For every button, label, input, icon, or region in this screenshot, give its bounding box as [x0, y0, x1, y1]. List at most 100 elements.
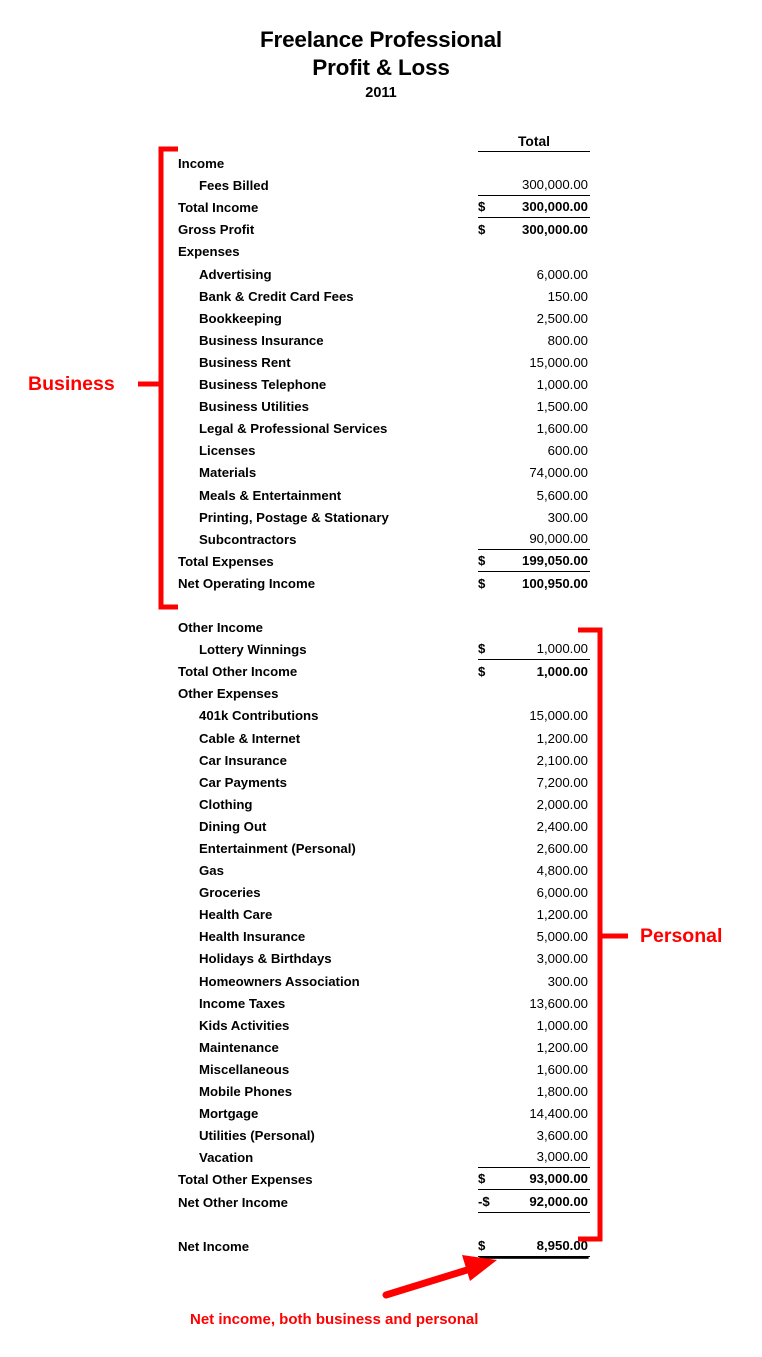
company-name: Freelance Professional [260, 27, 502, 52]
amount-value: 800.00 [547, 332, 588, 348]
amount-cell: $ 93,000.00 [478, 1169, 590, 1191]
line-item-label: 401k Contributions [199, 708, 319, 724]
table-row: Meals & Entertainment 5,600.00 [178, 483, 590, 505]
amount-value: 1,000.00 [536, 641, 588, 657]
table-row: Net Other Income -$ 92,000.00 [178, 1190, 590, 1213]
table-row: Bank & Credit Card Fees 150.00 [178, 285, 590, 307]
line-item-label: Total Other Expenses [178, 1172, 313, 1188]
amount-value: 300,000.00 [521, 222, 588, 238]
line-item-label: Materials [199, 465, 257, 481]
line-item-label: Kids Activities [199, 1017, 290, 1033]
amount-value: 300.00 [547, 973, 588, 989]
line-item-label: Subcontractors [199, 531, 297, 547]
amount-value: 199,050.00 [521, 552, 588, 568]
amount-value: 1,000.00 [536, 664, 588, 680]
table-row: Utilities (Personal) 3,600.00 [178, 1124, 590, 1146]
table-row: Gross Profit $ 300,000.00 [178, 218, 590, 240]
line-item-label: Homeowners Association [199, 973, 360, 989]
amount-cell: 74,000.00 [478, 463, 590, 483]
amount-cell: 90,000.00 [478, 529, 590, 550]
line-item-label: Clothing [199, 796, 253, 812]
report-year: 2011 [365, 85, 397, 101]
line-item-label: Bank & Credit Card Fees [199, 288, 354, 304]
line-item-label: Total Expenses [178, 553, 274, 569]
table-row: Business Telephone 1,000.00 [178, 373, 590, 395]
line-item-label: Car Payments [199, 774, 287, 790]
amount-value: 1,000.00 [536, 377, 588, 393]
line-item-label: Vacation [199, 1150, 254, 1166]
amount-cell: 5,600.00 [478, 486, 590, 506]
amount-cell: 4,800.00 [478, 861, 590, 881]
table-row: Bookkeeping 2,500.00 [178, 307, 590, 329]
report-name: Profit & Loss [312, 55, 450, 80]
line-item-label: Lottery Winnings [199, 642, 307, 658]
table-row: Total Income $ 300,000.00 [178, 196, 590, 219]
annotation-net-income-note: Net income, both business and personal [190, 1311, 479, 1328]
line-item-label: Advertising [199, 266, 272, 282]
amount-cell: 800.00 [478, 331, 590, 351]
amount-cell: 14,400.00 [478, 1104, 590, 1124]
amount-cell: $ 300,000.00 [478, 220, 590, 240]
currency-symbol: $ [478, 552, 486, 568]
net-income-arrow-icon [382, 1255, 497, 1299]
line-item-label: Cable & Internet [199, 730, 301, 746]
amount-value: 6,000.00 [536, 266, 588, 282]
amount-value: 13,600.00 [529, 995, 588, 1011]
table-row: Total Expenses $ 199,050.00 [178, 550, 590, 572]
amount-cell: $ 1,000.00 [478, 662, 590, 682]
amount-cell: 13,600.00 [478, 994, 590, 1014]
line-item-label: Income Taxes [199, 995, 286, 1011]
amount-cell: 2,400.00 [478, 817, 590, 837]
table-row: Other Income [178, 616, 590, 638]
amount-cell: 1,500.00 [478, 397, 590, 417]
currency-symbol: $ [478, 641, 486, 657]
line-item-label: Groceries [199, 885, 261, 901]
amount-value: 600.00 [547, 443, 588, 459]
table-row: Groceries 6,000.00 [178, 881, 590, 903]
line-item-label: Gross Profit [178, 222, 255, 238]
table-row: Other Expenses [178, 682, 590, 704]
currency-symbol: $ [478, 222, 486, 238]
annotation-personal-label: Personal [640, 925, 723, 947]
table-row: Miscellaneous 1,600.00 [178, 1058, 590, 1080]
amount-cell: 1,600.00 [478, 1060, 590, 1080]
line-item-label: Entertainment (Personal) [199, 841, 356, 856]
amount-cell: 1,800.00 [478, 1082, 590, 1102]
line-item-label: Printing, Postage & Stationary [199, 509, 389, 525]
amount-cell: 300.00 [478, 508, 590, 528]
table-row: Car Insurance 2,100.00 [178, 749, 590, 771]
amount-value: 90,000.00 [529, 530, 588, 546]
amount-cell-empty [478, 261, 590, 262]
table-row: Dining Out 2,400.00 [178, 815, 590, 837]
table-row: Clothing 2,000.00 [178, 793, 590, 815]
amount-value: 1,200.00 [536, 730, 588, 746]
amount-cell: 2,500.00 [478, 309, 590, 329]
table-row: Income [178, 152, 590, 174]
amount-value: 15,000.00 [529, 708, 588, 724]
amount-cell: 600.00 [478, 441, 590, 461]
table-row: Mortgage 14,400.00 [178, 1102, 590, 1124]
table-row: Vacation 3,000.00 [178, 1146, 590, 1169]
table-header-row: Total [178, 128, 590, 152]
table-row: Expenses [178, 240, 590, 262]
table-row: 401k Contributions 15,000.00 [178, 704, 590, 726]
amount-cell-empty [478, 173, 590, 174]
business-bracket [138, 146, 178, 610]
amount-cell: 2,100.00 [478, 751, 590, 771]
table-row: Net Income $ 8,950.00 [178, 1235, 590, 1257]
amount-cell-net-income: $ 8,950.00 [478, 1236, 590, 1257]
table-row: Gas 4,800.00 [178, 859, 590, 881]
amount-value: 93,000.00 [529, 1171, 588, 1187]
line-item-label: Total Income [178, 200, 259, 216]
section-heading-expenses: Expenses [178, 244, 240, 260]
amount-cell: 6,000.00 [478, 883, 590, 903]
amount-cell: 7,200.00 [478, 773, 590, 793]
amount-value: 5,600.00 [536, 487, 588, 503]
amount-cell: 3,000.00 [478, 1147, 590, 1169]
table-row: Mobile Phones 1,800.00 [178, 1080, 590, 1102]
table-row: Lottery Winnings $ 1,000.00 [178, 638, 590, 661]
amount-value: 300,000.00 [521, 177, 588, 193]
amount-cell: 5,000.00 [478, 927, 590, 947]
line-item-label: Business Insurance [199, 332, 324, 348]
amount-value: 150.00 [547, 288, 588, 304]
